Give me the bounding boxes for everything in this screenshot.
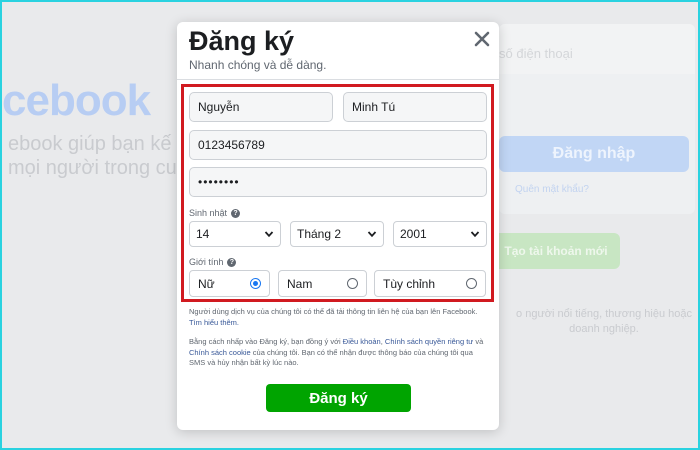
privacy-policy-link[interactable]: Chính sách quyền riêng tư [385,337,473,346]
background-logo: cebook [2,76,151,125]
chevron-down-icon [367,231,377,238]
contact-input[interactable]: 0123456789 [189,130,487,160]
modal-title: Đăng ký [189,26,295,56]
modal-header: Đăng ký Nhanh chóng và dễ dàng. [177,22,499,80]
birthday-day-value: 14 [196,227,210,241]
chevron-down-icon [264,231,274,238]
password-input[interactable]: •••••••• [189,167,487,197]
last-name-input[interactable]: Minh Tú [343,92,487,122]
cookie-policy-link[interactable]: Chính sách cookie [189,348,251,357]
gender-option-label: Nữ [198,276,215,291]
background-login-button: Đăng nhập [499,136,689,172]
background-tagline-line1: ebook giúp bạn kế [8,133,172,155]
help-icon[interactable]: ? [231,208,241,218]
birthday-month-value: Tháng 2 [297,227,342,241]
radio-selected-icon[interactable] [250,278,261,289]
terms-notice: Bằng cách nhấp vào Đăng ký, bạn đồng ý v… [189,337,485,369]
terms-link[interactable]: Điều khoản [343,337,381,346]
gender-option-label: Nam [287,276,313,291]
birthday-year-select[interactable]: 2001 [393,221,487,247]
learn-more-link[interactable]: Tìm hiểu thêm. [189,318,239,327]
gender-option-custom[interactable]: Tùy chỉnh [374,270,486,297]
radio-icon[interactable] [466,278,477,289]
gender-label: Giới tính ? [189,257,237,267]
terms-text: và [473,337,484,346]
modal-subtitle: Nhanh chóng và dễ dàng. [189,58,327,72]
signup-modal: Đăng ký Nhanh chóng và dễ dàng. Nguyễn M… [177,22,499,430]
signup-submit-button[interactable]: Đăng ký [266,384,411,412]
birthday-month-select[interactable]: Tháng 2 [290,221,384,247]
screenshot-frame: cebook ebook giúp bạn kế mọi người trong… [0,0,700,450]
birthday-label: Sinh nhật ? [189,208,241,218]
gender-option-male[interactable]: Nam [278,270,367,297]
help-icon[interactable]: ? [227,257,237,267]
first-name-input[interactable]: Nguyễn [189,92,333,122]
birthday-day-select[interactable]: 14 [189,221,281,247]
radio-icon[interactable] [347,278,358,289]
terms-text: Bằng cách nhấp vào Đăng ký, bạn đồng ý v… [189,337,343,346]
close-icon[interactable] [473,30,491,48]
background-promo-text: o người nổi tiếng, thương hiệu hoặc doan… [516,308,692,335]
background-tagline-line2: mọi người trong cu [8,157,177,179]
background-forgot-link: Quên mật khẩu? [515,184,589,195]
background-phone-placeholder: số điện thoại [499,46,573,61]
gender-option-label: Tùy chỉnh [383,276,436,291]
gender-option-female[interactable]: Nữ [189,270,270,297]
gender-label-text: Giới tính [189,257,224,267]
notice-text: Người dùng dịch vụ của chúng tôi có thể … [189,307,478,316]
chevron-down-icon [470,231,480,238]
background-create-account-button: Tạo tài khoản mới [492,233,620,269]
contact-upload-notice: Người dùng dịch vụ của chúng tôi có thể … [189,307,485,328]
birthday-year-value: 2001 [400,227,427,241]
birthday-label-text: Sinh nhật [189,208,228,218]
